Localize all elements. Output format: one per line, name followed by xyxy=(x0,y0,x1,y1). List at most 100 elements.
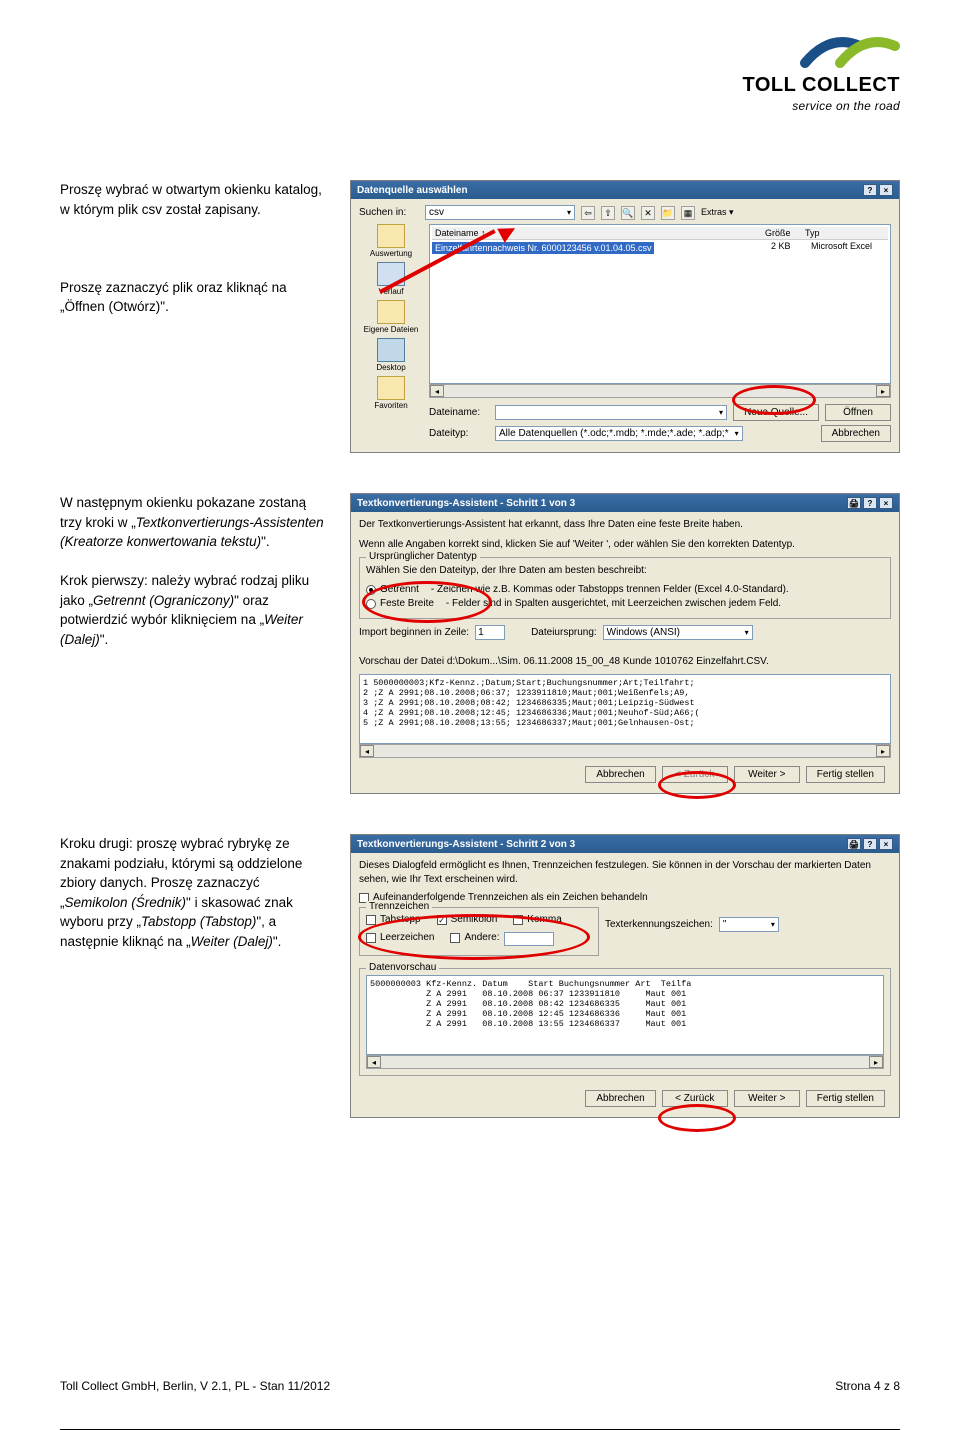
filetype-label: Dateityp: xyxy=(429,428,489,439)
check-other[interactable]: Andere: xyxy=(450,932,553,946)
place-favoriten[interactable]: Favoriten xyxy=(359,376,423,410)
section-3: Kroku drugi: proszę wybrać rybrykę ze zn… xyxy=(60,834,900,1118)
section3-text: Kroku drugi: proszę wybrać rybrykę ze zn… xyxy=(60,834,330,951)
wizard2-desc: Dieses Dialogfeld ermöglicht es Ihnen, T… xyxy=(359,859,891,886)
scroll-right-icon[interactable]: ▸ xyxy=(869,1056,883,1068)
preview-box-2: 5000000003 Kfz-Kennz. Datum Start Buchun… xyxy=(366,975,884,1055)
next-button[interactable]: Weiter > xyxy=(734,766,800,783)
origin-combo[interactable]: Windows (ANSI) xyxy=(603,625,753,640)
separator-group-title: Trennzeichen xyxy=(366,901,432,912)
radio-fixed[interactable]: Feste Breite - Felder sind in Spalten au… xyxy=(366,598,884,609)
file-scrollbar[interactable]: ◂ ▸ xyxy=(429,384,891,398)
dialog2-titlebar: Textkonvertierungs-Assistent - Schritt 1… xyxy=(351,494,899,512)
next-button[interactable]: Weiter > xyxy=(734,1090,800,1107)
wizard1-desc1: Der Textkonvertierungs-Assistent hat erk… xyxy=(359,518,891,532)
lookin-combo[interactable]: csv xyxy=(425,205,575,220)
logo-block: TOLL COLLECT service on the road xyxy=(743,28,900,113)
dialog1-title: Datenquelle auswählen xyxy=(357,185,468,196)
cancel-button[interactable]: Abbrechen xyxy=(585,1090,655,1107)
footer-left: Toll Collect GmbH, Berlin, V 2.1, PL - S… xyxy=(60,1379,330,1393)
help-icon[interactable]: ? xyxy=(863,838,877,850)
section2-text2: Krok pierwszy: należy wybrać rodzaj plik… xyxy=(60,571,330,649)
section2-text1: W następnym okienku pokazane zostaną trz… xyxy=(60,493,330,552)
newsource-button[interactable]: Neue Quelle... xyxy=(733,404,819,421)
dialog1-container: Datenquelle auswählen ? × Suchen in: csv… xyxy=(350,180,900,453)
check-space[interactable]: Leerzeichen xyxy=(366,932,434,946)
finish-button[interactable]: Fertig stellen xyxy=(806,766,885,783)
separator-groupbox: Trennzeichen Tabstopp ✓Semikolon Komma L… xyxy=(359,907,599,956)
place-eigene[interactable]: Eigene Dateien xyxy=(359,300,423,334)
wizard1-desc2: Wenn alle Angaben korrekt sind, klicken … xyxy=(359,538,891,552)
back-icon[interactable]: ⇦ xyxy=(581,206,595,220)
logo-title: TOLL COLLECT xyxy=(743,74,900,97)
cancel-button[interactable]: Abbrechen xyxy=(821,425,891,442)
close-icon[interactable]: × xyxy=(879,184,893,196)
check-tab[interactable]: Tabstopp xyxy=(366,914,421,925)
filename-input[interactable] xyxy=(495,405,727,420)
radio-delimited[interactable]: Getrennt - Zeichen wie z.B. Kommas oder … xyxy=(366,584,884,595)
preview-groupbox: Datenvorschau 5000000003 Kfz-Kennz. Datu… xyxy=(359,968,891,1076)
help-icon[interactable]: ? xyxy=(863,497,877,509)
open-button[interactable]: Öffnen xyxy=(825,404,891,421)
col-size[interactable]: Größe xyxy=(765,228,805,238)
place-desktop[interactable]: Desktop xyxy=(359,338,423,372)
check-comma[interactable]: Komma xyxy=(513,914,561,925)
preview2-scrollbar[interactable]: ◂ ▸ xyxy=(366,1055,884,1069)
print-icon[interactable]: 🖨 xyxy=(847,838,861,850)
back-button: < Zurück xyxy=(662,766,728,783)
scroll-left-icon[interactable]: ◂ xyxy=(430,385,444,397)
wizard-step2-dialog: Textkonvertierungs-Assistent - Schritt 2… xyxy=(350,834,900,1118)
page-footer: Toll Collect GmbH, Berlin, V 2.1, PL - S… xyxy=(60,1379,900,1393)
preview-box: 1 5000000003;Kfz-Kennz.;Datum;Start;Buch… xyxy=(359,674,891,744)
datatype-groupbox: Ursprünglicher Datentyp Wählen Sie den D… xyxy=(359,557,891,619)
wizard-step1-dialog: Textkonvertierungs-Assistent - Schritt 1… xyxy=(350,493,900,794)
startrow-label: Import beginnen in Zeile: xyxy=(359,627,469,638)
close-icon[interactable]: × xyxy=(879,497,893,509)
preview-label: Vorschau der Datei d:\Dokum...\Sim. 06.1… xyxy=(359,655,891,669)
dialog3-titlebar: Textkonvertierungs-Assistent - Schritt 2… xyxy=(351,835,899,853)
delete-icon[interactable]: ✕ xyxy=(641,206,655,220)
preview-group-title: Datenvorschau xyxy=(366,962,439,973)
back-button[interactable]: < Zurück xyxy=(662,1090,728,1107)
search-icon[interactable]: 🔍 xyxy=(621,206,635,220)
col-type[interactable]: Typ xyxy=(805,228,885,238)
dialog3-container: Textkonvertierungs-Assistent - Schritt 2… xyxy=(350,834,900,1118)
places-sidebar: Auswertung Verlauf Eigene Dateien Deskto… xyxy=(359,224,423,446)
scroll-left-icon[interactable]: ◂ xyxy=(360,745,374,757)
filename-label: Dateiname: xyxy=(429,407,489,418)
help-icon[interactable]: ? xyxy=(863,184,877,196)
print-icon[interactable]: 🖨 xyxy=(847,497,861,509)
file-list[interactable]: Dateiname ↑ Größe Typ Einzelfahrtennachw… xyxy=(429,224,891,384)
dialog1-titlebar: Datenquelle auswählen ? × xyxy=(351,181,899,199)
section-2: W następnym okienku pokazane zostaną trz… xyxy=(60,493,900,794)
section1-text1: Proszę wybrać w otwartym okienku katalog… xyxy=(60,180,330,219)
datatype-label: Wählen Sie den Dateityp, der Ihre Daten … xyxy=(366,564,884,578)
lookin-label: Suchen in: xyxy=(359,207,419,218)
datatype-group-title: Ursprünglicher Datentyp xyxy=(366,551,480,562)
finish-button[interactable]: Fertig stellen xyxy=(806,1090,885,1107)
logo-icon xyxy=(800,28,900,68)
textqual-label: Texterkennungszeichen: xyxy=(605,919,713,930)
scroll-right-icon[interactable]: ▸ xyxy=(876,385,890,397)
logo-subtitle: service on the road xyxy=(743,99,900,113)
newfolder-icon[interactable]: 📁 xyxy=(661,206,675,220)
check-consecutive[interactable]: Aufeinanderfolgende Trennzeichen als ein… xyxy=(359,892,891,903)
scroll-right-icon[interactable]: ▸ xyxy=(876,745,890,757)
filetype-combo[interactable]: Alle Datenquellen (*.odc;*.mdb; *.mde;*.… xyxy=(495,426,743,441)
close-icon[interactable]: × xyxy=(879,838,893,850)
preview-scrollbar[interactable]: ◂ ▸ xyxy=(359,744,891,758)
scroll-left-icon[interactable]: ◂ xyxy=(367,1056,381,1068)
other-input[interactable] xyxy=(504,932,554,946)
up-icon[interactable]: ⇧ xyxy=(601,206,615,220)
dialog2-container: Textkonvertierungs-Assistent - Schritt 1… xyxy=(350,493,900,794)
dialog2-title: Textkonvertierungs-Assistent - Schritt 1… xyxy=(357,498,575,509)
cancel-button[interactable]: Abbrechen xyxy=(585,766,655,783)
startrow-input[interactable]: 1 xyxy=(475,625,505,640)
textqual-combo[interactable]: " xyxy=(719,917,779,932)
views-icon[interactable]: ▦ xyxy=(681,206,695,220)
extras-menu[interactable]: Extras ▾ xyxy=(701,207,734,218)
place-auswertung[interactable]: Auswertung xyxy=(359,224,423,258)
check-semicolon[interactable]: ✓Semikolon xyxy=(437,914,498,925)
datasource-dialog: Datenquelle auswählen ? × Suchen in: csv… xyxy=(350,180,900,453)
place-verlauf[interactable]: Verlauf xyxy=(359,262,423,296)
